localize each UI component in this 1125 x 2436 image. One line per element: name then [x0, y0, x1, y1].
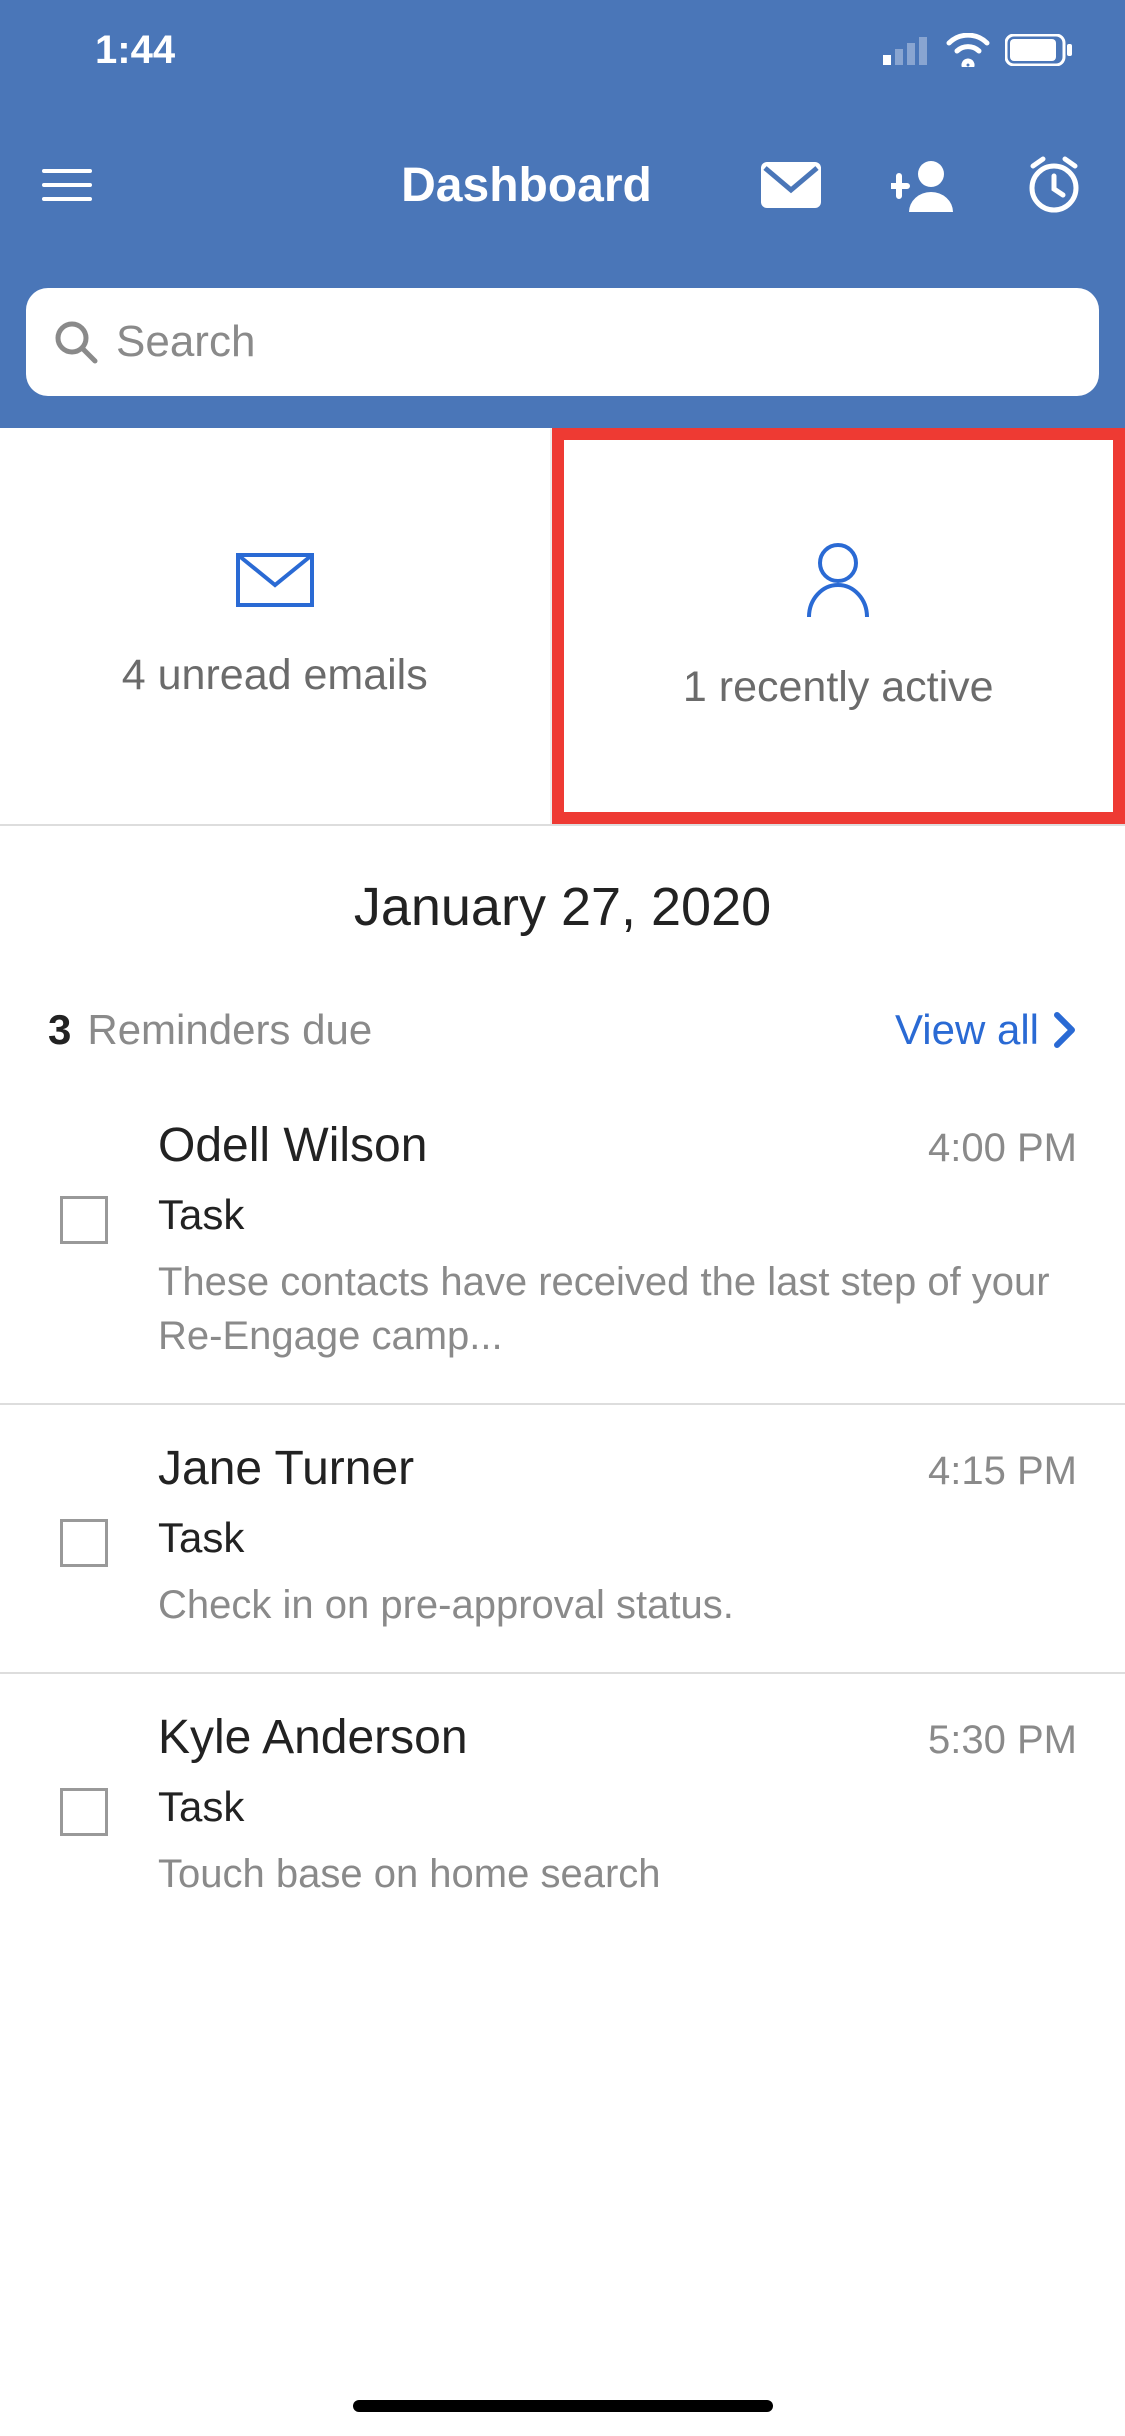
reminder-desc: Touch base on home search	[158, 1847, 1077, 1901]
wifi-icon	[945, 33, 991, 67]
alarm-icon[interactable]	[1025, 156, 1083, 214]
view-all-label: View all	[895, 1006, 1039, 1054]
envelope-icon	[236, 553, 314, 607]
cellular-icon	[883, 35, 931, 65]
unread-emails-label: 4 unread emails	[122, 651, 428, 700]
reminders-header: 3 Reminders due View all	[0, 978, 1125, 1082]
reminder-checkbox[interactable]	[60, 1519, 108, 1567]
reminder-list: Odell Wilson 4:00 PM Task These contacts…	[0, 1082, 1125, 1941]
reminder-name: Odell Wilson	[158, 1118, 427, 1173]
menu-button[interactable]	[42, 169, 92, 201]
date-heading: January 27, 2020	[0, 826, 1125, 978]
summary-cards: 4 unread emails 1 recently active	[0, 428, 1125, 826]
reminders-count: 3	[48, 1006, 71, 1054]
reminder-name: Kyle Anderson	[158, 1710, 468, 1765]
reminder-checkbox[interactable]	[60, 1788, 108, 1836]
reminder-time: 4:15 PM	[928, 1449, 1077, 1494]
recently-active-card[interactable]: 1 recently active	[552, 428, 1125, 824]
page-title: Dashboard	[292, 158, 761, 213]
reminder-desc: These contacts have received the last st…	[158, 1255, 1077, 1363]
reminder-item[interactable]: Odell Wilson 4:00 PM Task These contacts…	[0, 1082, 1125, 1405]
status-bar: 1:44	[0, 0, 1125, 100]
status-icons	[883, 33, 1075, 67]
search-input[interactable]	[116, 317, 1071, 367]
chevron-right-icon	[1053, 1011, 1077, 1049]
add-person-icon[interactable]	[891, 158, 955, 212]
recently-active-label: 1 recently active	[683, 663, 994, 712]
reminder-item[interactable]: Jane Turner 4:15 PM Task Check in on pre…	[0, 1405, 1125, 1674]
reminder-checkbox[interactable]	[60, 1196, 108, 1244]
mail-icon[interactable]	[761, 162, 821, 208]
reminders-label: Reminders due	[87, 1006, 895, 1054]
unread-emails-card[interactable]: 4 unread emails	[0, 428, 552, 824]
view-all-link[interactable]: View all	[895, 1006, 1077, 1054]
status-time: 1:44	[50, 28, 175, 73]
search-icon	[54, 320, 98, 364]
reminder-desc: Check in on pre-approval status.	[158, 1578, 1077, 1632]
search-box[interactable]	[26, 288, 1099, 396]
reminder-type: Task	[158, 1191, 1077, 1239]
app-header: Dashboard	[0, 100, 1125, 270]
reminder-item[interactable]: Kyle Anderson 5:30 PM Task Touch base on…	[0, 1674, 1125, 1941]
reminder-name: Jane Turner	[158, 1441, 414, 1496]
reminder-type: Task	[158, 1514, 1077, 1562]
person-icon	[803, 541, 873, 619]
reminder-type: Task	[158, 1783, 1077, 1831]
search-wrap	[0, 270, 1125, 428]
reminder-time: 5:30 PM	[928, 1718, 1077, 1763]
reminder-time: 4:00 PM	[928, 1126, 1077, 1171]
battery-icon	[1005, 34, 1075, 66]
home-indicator[interactable]	[353, 2400, 773, 2412]
